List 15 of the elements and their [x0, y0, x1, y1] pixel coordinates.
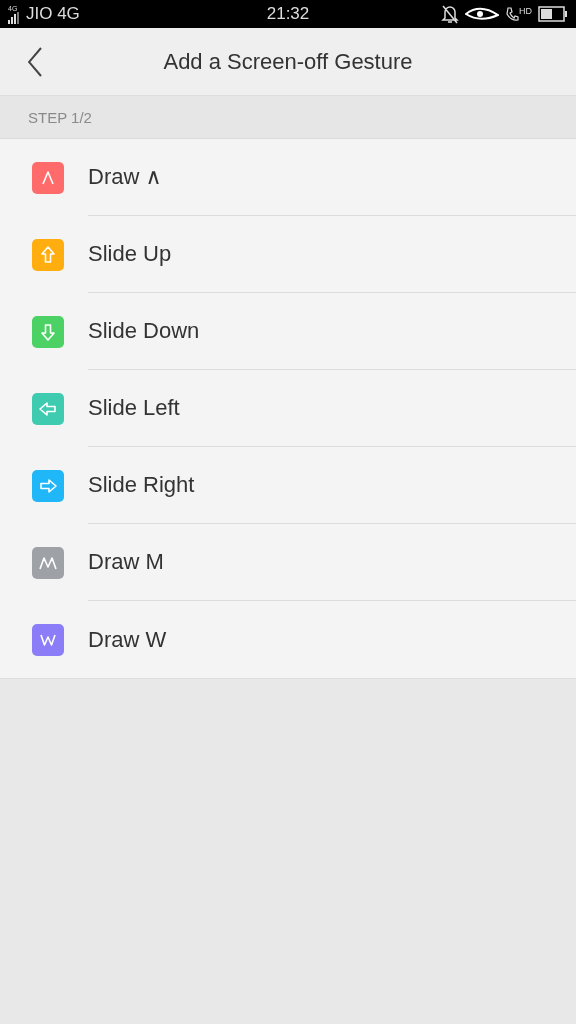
- eye-icon: [465, 6, 499, 22]
- gesture-option[interactable]: Slide Right: [0, 447, 576, 524]
- gesture-option[interactable]: Slide Down: [0, 293, 576, 370]
- gesture-option[interactable]: Draw ∧: [0, 139, 576, 216]
- carrier-name: JIO 4G: [26, 4, 80, 24]
- hd-call-indicator: HD: [505, 6, 532, 22]
- muted-bell-icon: [441, 4, 459, 24]
- clock: 21:32: [266, 4, 310, 24]
- gesture-option[interactable]: Draw W: [0, 601, 576, 678]
- gesture-option[interactable]: Draw M: [0, 524, 576, 601]
- screen-title: Add a Screen-off Gesture: [162, 48, 414, 75]
- battery-icon: [538, 6, 568, 22]
- section-label: STEP 1/2: [28, 108, 92, 126]
- gesture-option[interactable]: Slide Up: [0, 216, 576, 293]
- gesture-option[interactable]: Slide Left: [0, 370, 576, 447]
